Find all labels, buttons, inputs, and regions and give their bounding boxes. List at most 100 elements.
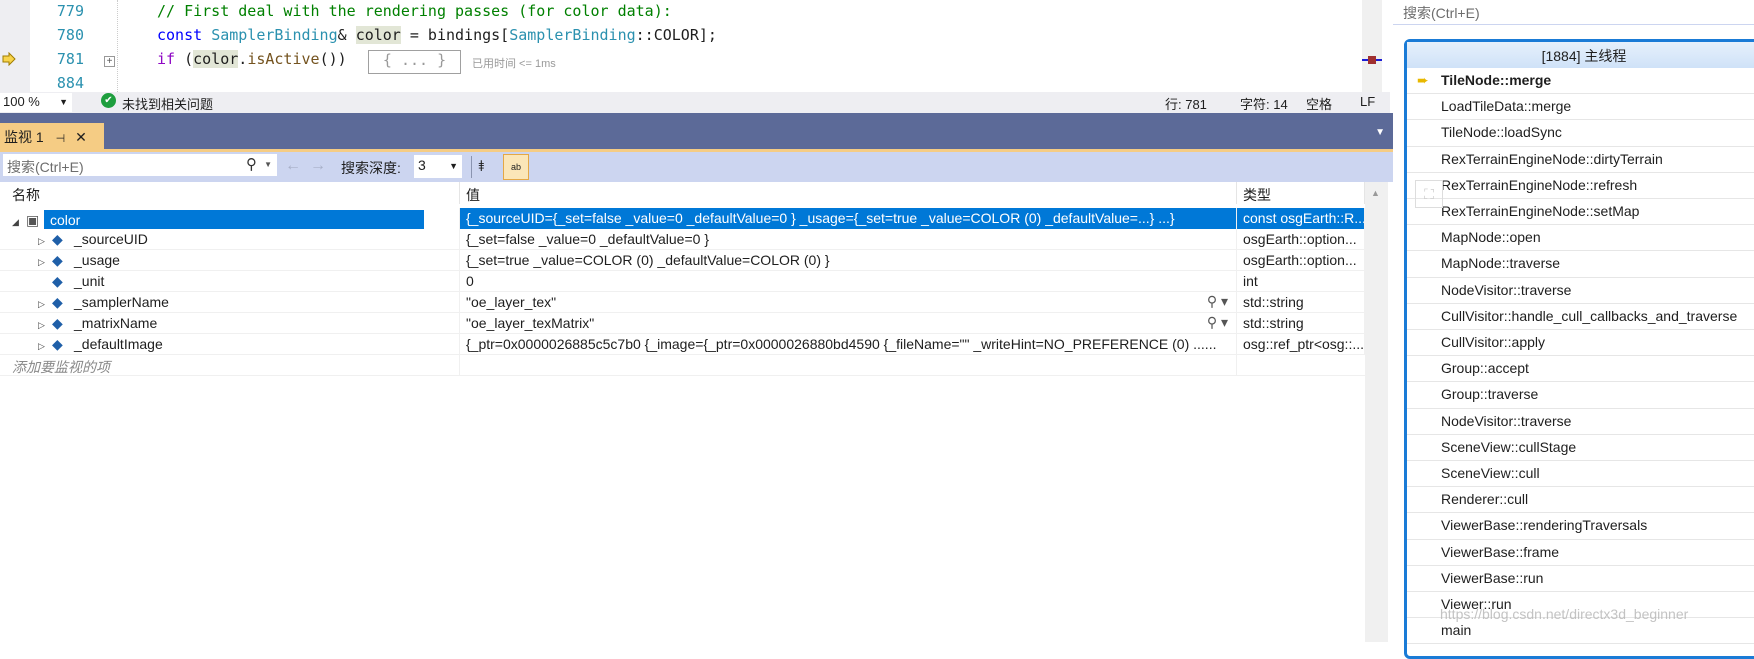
column-header-value[interactable]: 值 xyxy=(460,182,1237,204)
row-value[interactable]: {_set=true _value=COLOR (0) _defaultValu… xyxy=(466,252,830,268)
frame-label: MapNode::traverse xyxy=(1441,255,1561,272)
column-header-type[interactable]: 类型 xyxy=(1237,182,1365,204)
chevron-down-icon[interactable]: ▼ xyxy=(264,160,272,169)
frame-label: RexTerrainEngineNode::setMap xyxy=(1441,203,1640,219)
stack-frame[interactable]: RexTerrainEngineNode::setMap xyxy=(1407,199,1754,226)
tool-window-header: ▼ xyxy=(0,113,1393,152)
table-row[interactable]: ▷ ◆ _matrixName "oe_layer_texMatrix" ⚲ ▾ std:… xyxy=(0,313,1365,334)
frame-label: Group::traverse xyxy=(1441,386,1539,403)
close-icon[interactable]: ✕ xyxy=(75,129,87,145)
expand-toggle-icon[interactable]: ▷ xyxy=(38,257,52,268)
current-statement-arrow-icon xyxy=(2,52,16,66)
parallel-stacks-node: [1884] 主线程 ➨ TileNode::merge LoadTileData:… xyxy=(1404,39,1754,659)
field-icon: ◆ xyxy=(52,252,63,268)
row-name: _unit xyxy=(74,273,105,289)
table-row[interactable]: ▷ ◆ _sourceUID {_set=false _value=0 _defaul… xyxy=(0,229,1365,250)
stack-frame[interactable]: TileNode::loadSync xyxy=(1407,120,1754,147)
table-row[interactable]: ▷ ◆ _defaultImage {_ptr=0x0000026885c5c7b0 … xyxy=(0,334,1365,355)
frame-label: CullVisitor::apply xyxy=(1441,334,1546,350)
add-watch-placeholder[interactable]: 添加要监视的项 xyxy=(12,359,110,375)
stack-frame[interactable]: RexTerrainEngineNode::dirtyTerrain xyxy=(1407,147,1754,173)
stack-frame[interactable]: NodeVisitor::traverse xyxy=(1407,409,1754,435)
row-type: int xyxy=(1243,273,1258,289)
stack-frame[interactable]: ➨ TileNode::merge xyxy=(1407,68,1754,95)
zoom-fit-icon[interactable]: ⛶ xyxy=(1415,180,1443,208)
stack-frame[interactable]: RexTerrainEngineNode::refresh xyxy=(1407,173,1754,199)
field-icon: ◆ xyxy=(52,231,63,247)
row-name: _sourceUID xyxy=(74,231,148,247)
expand-toggle-icon[interactable]: ▷ xyxy=(38,320,52,331)
stack-frame[interactable]: MapNode::open xyxy=(1407,225,1754,252)
frame-label: MapNode::open xyxy=(1441,229,1541,246)
watch-scrollbar[interactable]: ▲ xyxy=(1365,182,1388,642)
frame-label: CullVisitor::handle_cull_callbacks_and_t… xyxy=(1441,307,1738,324)
row-value[interactable]: {_sourceUID={_set=false _value=0 _defaul… xyxy=(466,210,1175,226)
text-visualizer-icon[interactable]: ⚲ ▾ xyxy=(1207,314,1228,331)
tab-watch-1[interactable]: 监视 1 ⊣ ✕ xyxy=(0,123,104,149)
expand-toggle-icon[interactable]: ▷ xyxy=(38,341,52,352)
tab-label: 监视 1 xyxy=(4,129,44,145)
stack-frame[interactable]: SceneView::cull xyxy=(1407,461,1754,488)
expand-outline-icon[interactable]: + xyxy=(104,56,115,67)
stack-frame[interactable]: NodeVisitor::traverse xyxy=(1407,278,1754,304)
column-header-name[interactable]: 名称 xyxy=(0,182,460,204)
stack-frame[interactable]: ViewerBase::run xyxy=(1407,566,1754,592)
row-value[interactable]: {_ptr=0x0000026885c5c7b0 {_image={_ptr=0… xyxy=(466,336,1216,352)
text-visualizer-icon[interactable]: ⚲ ▾ xyxy=(1207,293,1228,310)
table-row[interactable]: ▷ ◆ _samplerName "oe_layer_tex" ⚲ ▾ std::stri… xyxy=(0,292,1365,313)
frame-label: ViewerBase::run xyxy=(1441,569,1544,586)
stack-frame[interactable]: MapNode::traverse xyxy=(1407,251,1754,278)
hex-display-toggle-icon[interactable]: ab xyxy=(503,154,529,180)
watch-search-input[interactable]: 搜索(Ctrl+E) ⚲ ▼ xyxy=(2,153,278,177)
pin-icon[interactable]: ⊣ xyxy=(56,133,66,145)
back-arrow-icon[interactable]: ← xyxy=(285,157,301,175)
code-line: const SamplerBinding& color = bindings[S… xyxy=(157,26,717,44)
check-icon: ✔ xyxy=(101,93,116,108)
stack-frame[interactable]: SceneView::cullStage xyxy=(1407,435,1754,461)
search-depth-dropdown[interactable]: 3 ▼ xyxy=(414,155,462,178)
line-indicator[interactable]: 行: 781 xyxy=(1165,94,1207,113)
zoom-dropdown[interactable]: 100 % ▼ xyxy=(0,93,72,112)
row-type: std::string xyxy=(1243,294,1304,310)
eol-indicator[interactable]: LF xyxy=(1360,94,1375,109)
line-number: 884 xyxy=(56,74,84,92)
issues-status[interactable]: 未找到相关问题 xyxy=(122,94,213,113)
stack-frame[interactable]: Group::accept xyxy=(1407,356,1754,383)
row-name: _usage xyxy=(74,252,120,268)
code-editor[interactable]: 779 780 781 884 + // First deal with the… xyxy=(0,0,1390,92)
search-icon[interactable]: ⚲ xyxy=(246,155,257,173)
line-number: 779 xyxy=(56,2,84,20)
stack-frame[interactable]: ViewerBase::renderingTraversals xyxy=(1407,513,1754,540)
stack-frame[interactable]: Renderer::cull xyxy=(1407,487,1754,514)
stack-frame[interactable]: CullVisitor::handle_cull_callbacks_and_t… xyxy=(1407,304,1754,330)
stack-frame[interactable]: main xyxy=(1407,618,1754,645)
collapsed-block[interactable]: { ... } xyxy=(368,50,461,74)
stack-frame[interactable]: Group::traverse xyxy=(1407,382,1754,409)
table-row[interactable]: ◢ ▣ color {_sourceUID={_set=false _value=0 … xyxy=(0,208,1365,229)
window-menu-dropdown-icon[interactable]: ▼ xyxy=(1375,127,1385,138)
char-indicator[interactable]: 字符: 14 xyxy=(1240,94,1288,113)
row-value[interactable]: {_set=false _value=0 _defaultValue=0 } xyxy=(466,231,709,247)
stack-frame[interactable]: ViewerBase::frame xyxy=(1407,540,1754,566)
row-value[interactable]: "oe_layer_texMatrix" xyxy=(466,315,594,331)
row-type: const osgEarth::R... xyxy=(1243,210,1365,226)
stack-frame[interactable]: LoadTileData::merge xyxy=(1407,94,1754,121)
call-stack-search-input[interactable]: 搜索(Ctrl+E) xyxy=(1393,0,1754,25)
search-depth-value: 3 xyxy=(418,157,426,173)
row-value[interactable]: "oe_layer_tex" xyxy=(466,294,556,310)
filter-pin-icon[interactable]: ⯒ xyxy=(478,156,485,181)
frame-label: ViewerBase::renderingTraversals xyxy=(1441,517,1648,534)
spacing-indicator[interactable]: 空格 xyxy=(1306,94,1332,113)
frame-label: NodeVisitor::traverse xyxy=(1441,281,1572,298)
add-watch-row[interactable]: 添加要监视的项 xyxy=(0,355,1365,376)
editor-scrollbar[interactable] xyxy=(1362,0,1382,92)
row-value[interactable]: 0 xyxy=(466,273,474,289)
expand-toggle-icon[interactable]: ▷ xyxy=(38,299,52,310)
expand-toggle-icon[interactable]: ▷ xyxy=(38,236,52,247)
expand-toggle-icon[interactable]: ◢ xyxy=(12,217,26,228)
stack-frame[interactable]: CullVisitor::apply xyxy=(1407,330,1754,357)
table-row[interactable]: ◆ _unit 0 int xyxy=(0,271,1365,292)
table-row[interactable]: ▷ ◆ _usage {_set=true _value=COLOR (0) _def… xyxy=(0,250,1365,271)
field-icon: ◆ xyxy=(52,315,63,331)
forward-arrow-icon[interactable]: → xyxy=(310,157,326,175)
